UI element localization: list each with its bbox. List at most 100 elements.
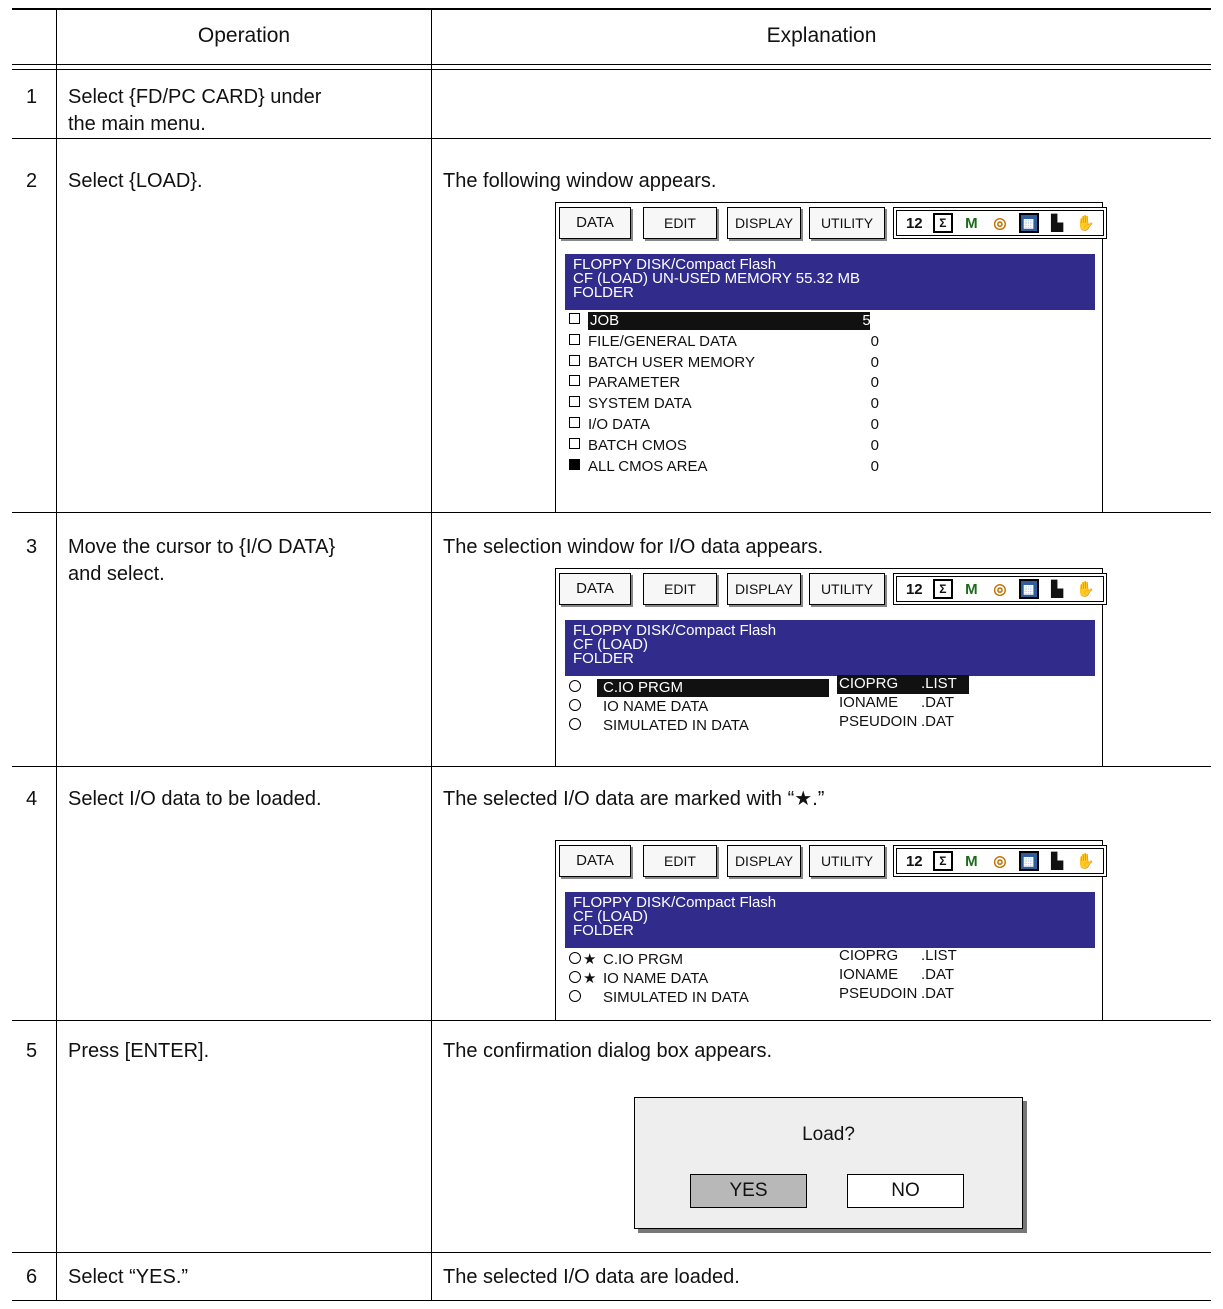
step-number: 1 xyxy=(26,86,38,108)
io-data-label: C.IO PRGM xyxy=(597,679,829,697)
radio-icon xyxy=(569,680,581,692)
hand-icon: ✋ xyxy=(1076,853,1095,870)
menu-edit-button[interactable]: EDIT xyxy=(643,573,717,605)
servo-icon: ◎ xyxy=(993,215,1007,232)
servo-icon: ◎ xyxy=(993,853,1007,870)
io-data-label: IO NAME DATA xyxy=(603,970,709,987)
io-data-item[interactable]: IO NAME DATA IONAME .DAT xyxy=(569,694,979,716)
folder-item[interactable]: PARAMETER 0 xyxy=(569,374,879,392)
folder-item[interactable]: BATCH USER MEMORY 0 xyxy=(569,354,879,372)
folder-item-label: I/O DATA xyxy=(588,416,650,433)
teach-icon: ▙ xyxy=(1051,215,1063,232)
menu-edit-button[interactable]: EDIT xyxy=(643,845,717,877)
col-rule xyxy=(431,10,432,1300)
menu-data-button[interactable]: DATA xyxy=(559,845,631,877)
header-explanation: Explanation xyxy=(766,24,877,47)
menu-display-button[interactable]: DISPLAY xyxy=(727,207,801,239)
radio-icon xyxy=(569,952,581,964)
folder-item-count: 0 xyxy=(870,332,879,350)
io-data-item[interactable]: SIMULATED IN DATA PSEUDOIN .DAT xyxy=(569,985,979,1007)
menu-data-button[interactable]: DATA xyxy=(559,573,631,605)
explanation-text: The selection window for I/O data appear… xyxy=(443,536,824,558)
star-mark-icon: ★ xyxy=(583,951,597,968)
io-file-name: CIOPRG xyxy=(839,947,899,964)
folder-item-count: 0 xyxy=(870,457,879,475)
hand-icon: ✋ xyxy=(1076,215,1095,232)
axis-icon: 12 xyxy=(905,214,923,232)
folder-item[interactable]: BATCH CMOS 0 xyxy=(569,437,879,455)
io-data-item[interactable]: ★ IO NAME DATA IONAME .DAT xyxy=(569,966,979,988)
io-data-item[interactable]: ★ C.IO PRGM CIOPRG .LIST xyxy=(569,947,979,969)
io-file-ext: .DAT xyxy=(921,713,955,730)
screen-title: FLOPPY DISK/Compact Flash CF (LOAD) UN-U… xyxy=(565,254,1095,310)
folder-item[interactable]: SYSTEM DATA 0 xyxy=(569,395,879,413)
checkbox-icon xyxy=(569,333,580,345)
pendant-screen-load: DATA EDIT DISPLAY UTILITY 12 Σ M ◎ ▦ ▙ ✋… xyxy=(555,202,1107,512)
col-rule xyxy=(56,10,57,1300)
operation-text: Select {FD/PC CARD} under the main menu. xyxy=(68,86,322,135)
operation-text: Select I/O data to be loaded. xyxy=(68,788,322,810)
operation-text: Select “YES.” xyxy=(68,1266,189,1288)
folder-item[interactable]: ALL CMOS AREA 0 xyxy=(569,458,879,476)
menu-edit-button[interactable]: EDIT xyxy=(643,207,717,239)
folder-item[interactable]: FILE/GENERAL DATA 0 xyxy=(569,333,879,351)
memory-icon: ▦ xyxy=(1018,213,1039,233)
load-confirm-dialog: Load? YES NO xyxy=(634,1097,1023,1229)
operation-text: Press [ENTER]. xyxy=(68,1040,210,1062)
menu-utility-button[interactable]: UTILITY xyxy=(809,207,885,239)
row-rule xyxy=(12,138,1211,139)
io-file-name: CIOPRG xyxy=(839,675,899,692)
folder-item-count: 0 xyxy=(870,395,879,413)
io-data-label: IO NAME DATA xyxy=(603,698,709,715)
menu-display-button[interactable]: DISPLAY xyxy=(727,845,801,877)
io-data-label: C.IO PRGM xyxy=(603,951,684,968)
io-data-item[interactable]: C.IO PRGM CIOPRG .LIST xyxy=(569,675,979,697)
row-rule xyxy=(12,512,1211,513)
radio-icon xyxy=(569,718,581,730)
menu-data-button[interactable]: DATA xyxy=(559,207,631,239)
memory-icon: ▦ xyxy=(1018,851,1039,871)
io-file-ext: .DAT xyxy=(921,985,955,1002)
header-rule-1 xyxy=(12,64,1211,65)
io-file-ext: .LIST xyxy=(921,947,957,964)
row-rule xyxy=(12,1020,1211,1021)
pendant-screen-io-marked: DATA EDIT DISPLAY UTILITY 12 Σ M ◎ ▦ ▙ ✋… xyxy=(555,840,1107,1020)
explanation-text: The confirmation dialog box appears. xyxy=(443,1040,773,1062)
io-file-ext: .LIST xyxy=(921,675,957,692)
axis-icon: 12 xyxy=(905,580,923,598)
radio-icon xyxy=(569,971,581,983)
folder-item-count: 0 xyxy=(870,416,879,433)
io-data-item[interactable]: SIMULATED IN DATA PSEUDOIN .DAT xyxy=(569,713,979,735)
pendant-screen-io-select: DATA EDIT DISPLAY UTILITY 12 Σ M ◎ ▦ ▙ ✋… xyxy=(555,568,1107,766)
io-file-ext: .DAT xyxy=(921,966,955,983)
menu-display-button[interactable]: DISPLAY xyxy=(727,573,801,605)
step-number: 3 xyxy=(26,536,38,558)
table-bottom-rule xyxy=(12,1300,1211,1301)
yes-button[interactable]: YES xyxy=(690,1174,807,1208)
row-rule xyxy=(12,766,1211,767)
checkbox-icon xyxy=(569,437,580,449)
step-number: 4 xyxy=(26,788,38,810)
mode-icon: M xyxy=(965,214,978,232)
folder-item-label: FILE/GENERAL DATA xyxy=(588,332,737,350)
sum-icon: Σ xyxy=(932,851,953,871)
no-button[interactable]: NO xyxy=(847,1174,964,1208)
folder-item-count: 0 xyxy=(870,436,879,454)
menu-utility-button[interactable]: UTILITY xyxy=(809,573,885,605)
axis-icon: 12 xyxy=(905,852,923,870)
explanation-text: The selected I/O data are marked with “★… xyxy=(443,788,825,810)
folder-item[interactable]: JOB 57 xyxy=(569,312,879,330)
checkbox-icon xyxy=(569,313,580,324)
io-data-label: SIMULATED IN DATA xyxy=(603,989,749,1006)
memory-icon: ▦ xyxy=(1018,579,1039,599)
status-icon-bar: 12 Σ M ◎ ▦ ▙ ✋ xyxy=(893,573,1107,605)
teach-icon: ▙ xyxy=(1051,853,1063,870)
menu-utility-button[interactable]: UTILITY xyxy=(809,845,885,877)
folder-item-label: BATCH USER MEMORY xyxy=(588,353,755,371)
folder-item[interactable]: I/O DATA 0 xyxy=(569,416,879,434)
folder-item-count: 0 xyxy=(870,353,879,371)
io-file-name: IONAME xyxy=(839,694,899,711)
checkbox-icon xyxy=(569,396,580,408)
procedure-table: Operation Explanation 1 Select {FD/PC CA… xyxy=(0,0,1223,1309)
radio-icon xyxy=(569,990,581,1002)
